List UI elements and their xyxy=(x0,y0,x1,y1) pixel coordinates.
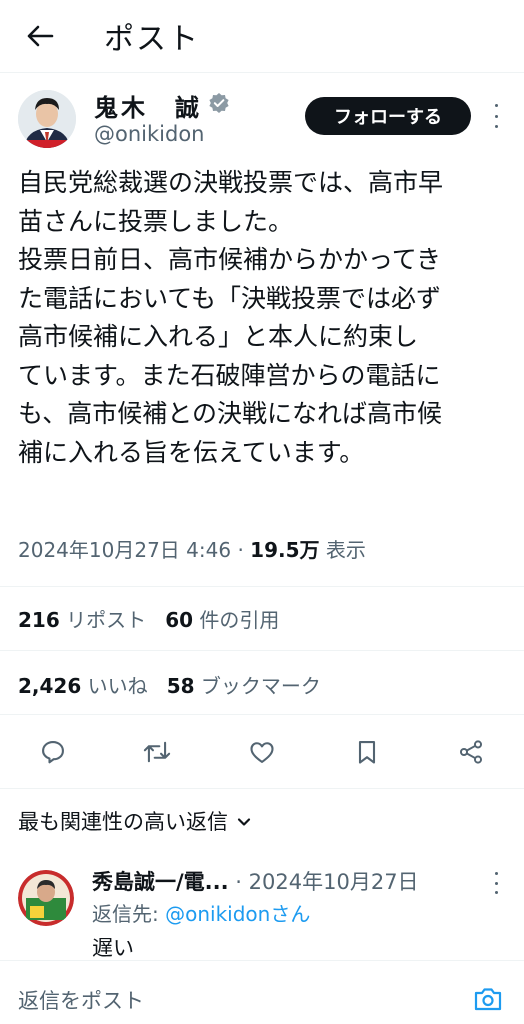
author-avatar[interactable] xyxy=(18,90,76,148)
share-icon[interactable] xyxy=(449,730,493,774)
like-icon[interactable] xyxy=(240,730,284,774)
stats-row-likes: 2,426 いいね 58 ブックマーク xyxy=(18,670,321,699)
tweet-text: 自民党総裁選の決戦投票では、高市早 苗さんに投票しました。 投票日前日、高市候補… xyxy=(18,164,514,472)
stats-row-reposts: 216 リポスト 60 件の引用 xyxy=(18,604,279,633)
action-bar xyxy=(0,730,524,774)
bookmark-icon[interactable] xyxy=(345,730,389,774)
tweet-line: た電話においても「決戦投票では必ず xyxy=(18,283,442,313)
bookmark-count: 58 xyxy=(166,674,195,698)
tweet-line: 自民党総裁選の決戦投票では、高市早 xyxy=(18,168,444,197)
tweet-line: も、高市候補との決戦になれば高市候 xyxy=(18,399,443,428)
like-stat[interactable]: 2,426 いいね xyxy=(18,674,148,698)
tweet-meta: 2024年10月27日 4:46 · 19.5万 表示 xyxy=(18,534,366,563)
divider xyxy=(0,714,524,715)
reply-compose-input[interactable]: 返信をポスト xyxy=(18,985,144,1015)
reply-author-name[interactable]: 秀島誠一/電... xyxy=(92,870,229,894)
view-count: 19.5万 xyxy=(250,538,320,562)
author-name[interactable]: 鬼木 誠 xyxy=(94,88,230,123)
quote-count: 60 xyxy=(165,608,194,632)
repost-stat[interactable]: 216 リポスト xyxy=(18,608,146,632)
more-options-icon[interactable] xyxy=(486,104,506,128)
reply-header: 秀島誠一/電... · 2024年10月27日 xyxy=(92,866,419,896)
reply-sort-label: 最も関連性の高い返信 xyxy=(18,810,228,834)
tweet-line: 苗さんに投票しました。 xyxy=(18,206,294,236)
view-count-label: 表示 xyxy=(325,538,366,562)
back-arrow-icon[interactable] xyxy=(22,18,58,54)
reply-text: 遅い xyxy=(92,936,134,960)
divider xyxy=(0,586,524,587)
repost-label: リポスト xyxy=(66,608,147,632)
reply-to-label: 返信先: xyxy=(92,902,159,926)
tweet-line: 高市候補に入れる」と本人に約束し xyxy=(18,322,419,351)
reply-separator: · xyxy=(235,870,242,894)
reply-to-handle[interactable]: @onikidonさん xyxy=(165,902,310,926)
like-count: 2,426 xyxy=(18,674,82,698)
verified-badge-icon xyxy=(208,92,230,120)
repost-count: 216 xyxy=(18,608,60,632)
camera-icon[interactable] xyxy=(470,983,506,1015)
page-title: ポスト xyxy=(104,22,200,57)
quote-label: 件の引用 xyxy=(199,608,280,632)
repost-icon[interactable] xyxy=(135,730,179,774)
reply-to-line: 返信先: @onikidonさん xyxy=(92,898,310,927)
tweet-line: 補に入れる旨を伝えています。 xyxy=(18,437,365,467)
divider xyxy=(0,72,524,73)
bookmark-label: ブックマーク xyxy=(200,674,321,698)
meta-separator: · xyxy=(237,538,244,562)
tweet-line: 投票日前日、高市候補からかかってき xyxy=(18,245,442,274)
divider xyxy=(0,788,524,789)
quote-stat[interactable]: 60 件の引用 xyxy=(165,608,279,632)
bookmark-stat[interactable]: 58 ブックマーク xyxy=(167,674,321,698)
reply-icon[interactable] xyxy=(31,730,75,774)
compose-bar: 返信をポスト xyxy=(0,960,524,1024)
reply-more-options-icon[interactable] xyxy=(486,872,506,894)
tweet-line: ています。また石破陣営からの電話に xyxy=(18,360,441,390)
divider xyxy=(0,650,524,651)
reply-avatar[interactable] xyxy=(18,870,74,926)
follow-button[interactable]: フォローする xyxy=(305,97,471,135)
reply-date[interactable]: 2024年10月27日 xyxy=(249,870,419,894)
chevron-down-icon xyxy=(236,809,252,833)
author-name-text: 鬼木 誠 xyxy=(94,94,202,122)
top-bar: ポスト xyxy=(0,0,524,72)
author-handle[interactable]: @onikidon xyxy=(94,122,204,146)
like-label: いいね xyxy=(87,674,148,698)
reply-sort-dropdown[interactable]: 最も関連性の高い返信 xyxy=(18,806,252,836)
tweet-timestamp[interactable]: 2024年10月27日 4:46 xyxy=(18,538,231,562)
